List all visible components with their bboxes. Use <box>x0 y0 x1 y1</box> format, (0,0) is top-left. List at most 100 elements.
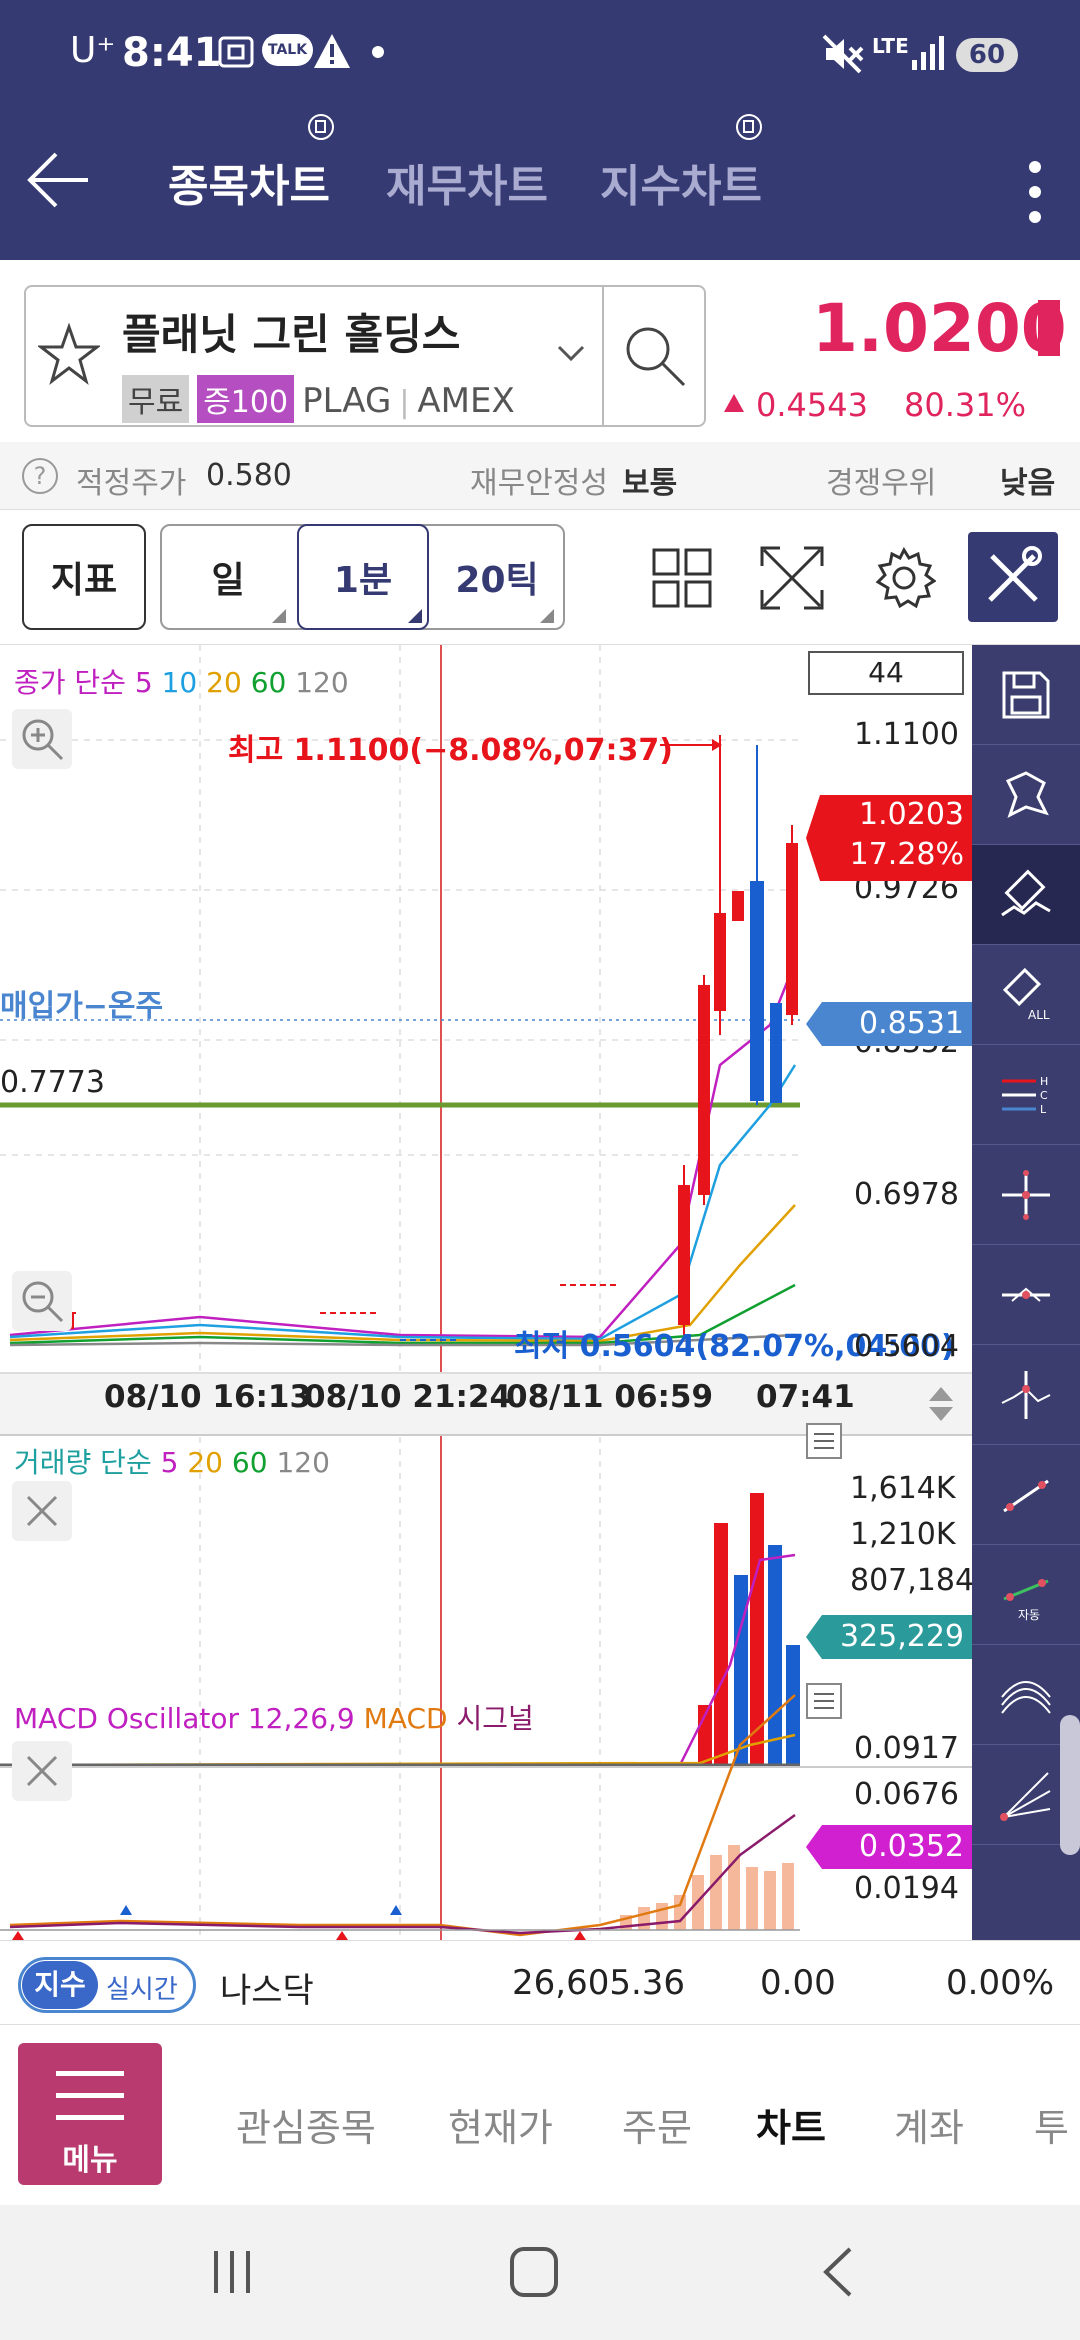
ma-60: 60 <box>250 666 287 699</box>
candle-count-box[interactable]: 44 <box>808 651 964 695</box>
chart-area[interactable]: 종가 단순 5 10 20 60 120 44 최고 1.1100(−8.08%… <box>0 645 974 1940</box>
screenshot-icon <box>216 32 256 82</box>
time-label: 08/10 16:13 <box>104 1379 312 1415</box>
volume-legend[interactable]: 거래량 단순 5 20 60 120 <box>14 1441 330 1481</box>
nav-account[interactable]: 계좌 <box>894 2097 964 2152</box>
vertical-line-icon[interactable] <box>972 1345 1080 1445</box>
stock-name[interactable]: 플래닛 그린 홀딩스 <box>122 301 460 362</box>
menu-button[interactable]: 메뉴 <box>18 2043 162 2185</box>
home-icon[interactable] <box>508 2245 560 2303</box>
close-icon[interactable] <box>12 1741 72 1805</box>
trend-line-icon[interactable] <box>972 1445 1080 1545</box>
buy-price-tag: 0.8531 <box>806 1002 972 1046</box>
resize-handle-icon[interactable] <box>926 1373 956 1437</box>
index-change: 0.00 <box>760 1963 836 2003</box>
index-value: 26,605.36 <box>512 1963 686 2003</box>
y-tick: 1.1100 <box>854 717 959 752</box>
price-change-pct: 80.31% <box>904 386 1027 424</box>
valuation-row: ? 적정주가 0.580 재무안정성 보통 경쟁우위 낮음 <box>0 442 1080 510</box>
carrier-label: U⁺ <box>70 30 116 71</box>
current-price: 1.0200 <box>812 290 1067 367</box>
vol-ma-5: 5 <box>160 1446 179 1479</box>
recent-apps-icon[interactable] <box>210 2247 254 2301</box>
clock: 8:41 <box>122 30 222 76</box>
gear-icon[interactable] <box>872 546 937 614</box>
zoom-in-icon[interactable] <box>12 709 72 773</box>
ticker-divider: | <box>399 385 410 420</box>
y-tick: 0.0676 <box>854 1777 959 1812</box>
index-change-pct: 0.00% <box>946 1963 1055 2003</box>
free-badge: 무료 <box>122 375 190 423</box>
hamburger-icon[interactable] <box>806 1423 842 1463</box>
ma-120: 120 <box>295 666 349 699</box>
nav-order[interactable]: 주문 <box>622 2097 692 2152</box>
index-name: 나스닥 <box>220 1971 314 2011</box>
battery-icon: 60 <box>956 38 1018 72</box>
fullscreen-icon[interactable] <box>760 546 824 614</box>
talk-icon: TALK <box>262 34 314 66</box>
nav-watchlist[interactable]: 관심종목 <box>236 2097 376 2152</box>
chevron-down-icon[interactable] <box>556 343 586 367</box>
indicator-button[interactable]: 지표 <box>22 524 146 630</box>
ma-5: 5 <box>134 666 153 699</box>
signal-icon <box>910 34 946 82</box>
more-menu-icon[interactable] <box>1028 160 1042 228</box>
crosshair-line-icon[interactable] <box>972 1145 1080 1245</box>
price-legend[interactable]: 종가 단순 5 10 20 60 120 <box>14 661 349 701</box>
save-icon[interactable] <box>972 645 1080 745</box>
candles <box>30 735 798 1341</box>
back-icon[interactable] <box>818 2245 858 2303</box>
buy-price-label: 매입가−온주 <box>0 989 164 1024</box>
ma-20: 20 <box>206 666 242 699</box>
copy-icon <box>734 112 764 146</box>
macd-osc-label: MACD Oscillator 12,26,9 <box>14 1702 355 1735</box>
help-icon[interactable]: ? <box>22 458 58 494</box>
svg-text:자동: 자동 <box>1018 1608 1040 1622</box>
horizontal-line-icon[interactable] <box>972 1245 1080 1345</box>
volume-bars <box>698 1493 800 1765</box>
hamburger-icon[interactable] <box>806 1683 842 1723</box>
drawing-tool-sidebar: ALL HCL 자동 <box>972 645 1080 1940</box>
status-bar: U⁺ 8:41 TALK LTE 60 <box>0 0 1080 120</box>
current-tag-pct: 17.28% <box>849 837 964 872</box>
nav-current-price[interactable]: 현재가 <box>448 2097 553 2152</box>
nav-chart[interactable]: 차트 <box>756 2097 826 2152</box>
fair-price-value: 0.580 <box>206 458 292 493</box>
stock-selector[interactable]: 플래닛 그린 홀딩스 무료 증100 PLAG | AMEX <box>24 285 706 427</box>
back-arrow-icon[interactable] <box>26 150 92 214</box>
drawing-tools-button[interactable] <box>968 532 1058 622</box>
mute-icon <box>822 34 864 84</box>
realtime-badge[interactable]: 실시간 <box>106 1969 178 2006</box>
nav-invest[interactable]: 투 <box>1034 2097 1069 2152</box>
tab-stock-chart[interactable]: 종목차트 <box>168 150 330 214</box>
grid-layout-icon[interactable] <box>652 548 712 612</box>
triangle-up-icon <box>722 392 746 418</box>
y-tick: 1,614K <box>850 1471 956 1506</box>
corner-indicator-icon <box>540 608 554 627</box>
search-icon[interactable] <box>622 323 688 393</box>
zoom-out-icon[interactable] <box>12 1271 72 1335</box>
price-change: 0.4543 <box>756 386 868 424</box>
auto-trend-icon[interactable]: 자동 <box>972 1545 1080 1645</box>
shape-tool-icon[interactable] <box>972 745 1080 845</box>
macd-legend[interactable]: MACD Oscillator 12,26,9 MACD 시그널 <box>14 1697 534 1737</box>
vol-ma-60: 60 <box>231 1446 268 1479</box>
close-icon[interactable] <box>12 1481 72 1545</box>
eraser-icon[interactable] <box>972 845 1080 945</box>
star-icon[interactable] <box>36 322 102 389</box>
index-ticker[interactable]: 지수 실시간 나스닥 26,605.36 0.00 0.00% <box>0 1940 1080 2025</box>
vol-ma-120: 120 <box>276 1446 330 1479</box>
svg-text:C: C <box>1040 1089 1048 1102</box>
index-badge[interactable]: 지수 <box>22 1961 98 2009</box>
volume-tag: 325,229 <box>806 1615 972 1659</box>
ticker: PLAG <box>302 381 392 421</box>
hl-lines-icon[interactable]: HCL <box>972 1045 1080 1145</box>
vol-ma-20: 20 <box>187 1446 223 1479</box>
system-nav-bar <box>0 2205 1080 2340</box>
eraser-all-icon[interactable]: ALL <box>972 945 1080 1045</box>
signal-label: 시그널 <box>456 1702 534 1735</box>
tab-financial-chart[interactable]: 재무차트 <box>386 150 548 214</box>
sidebar-scrollbar[interactable] <box>1060 1715 1080 1855</box>
time-label: 08/10 21:24 <box>304 1379 512 1415</box>
tab-index-chart[interactable]: 지수차트 <box>600 150 762 214</box>
